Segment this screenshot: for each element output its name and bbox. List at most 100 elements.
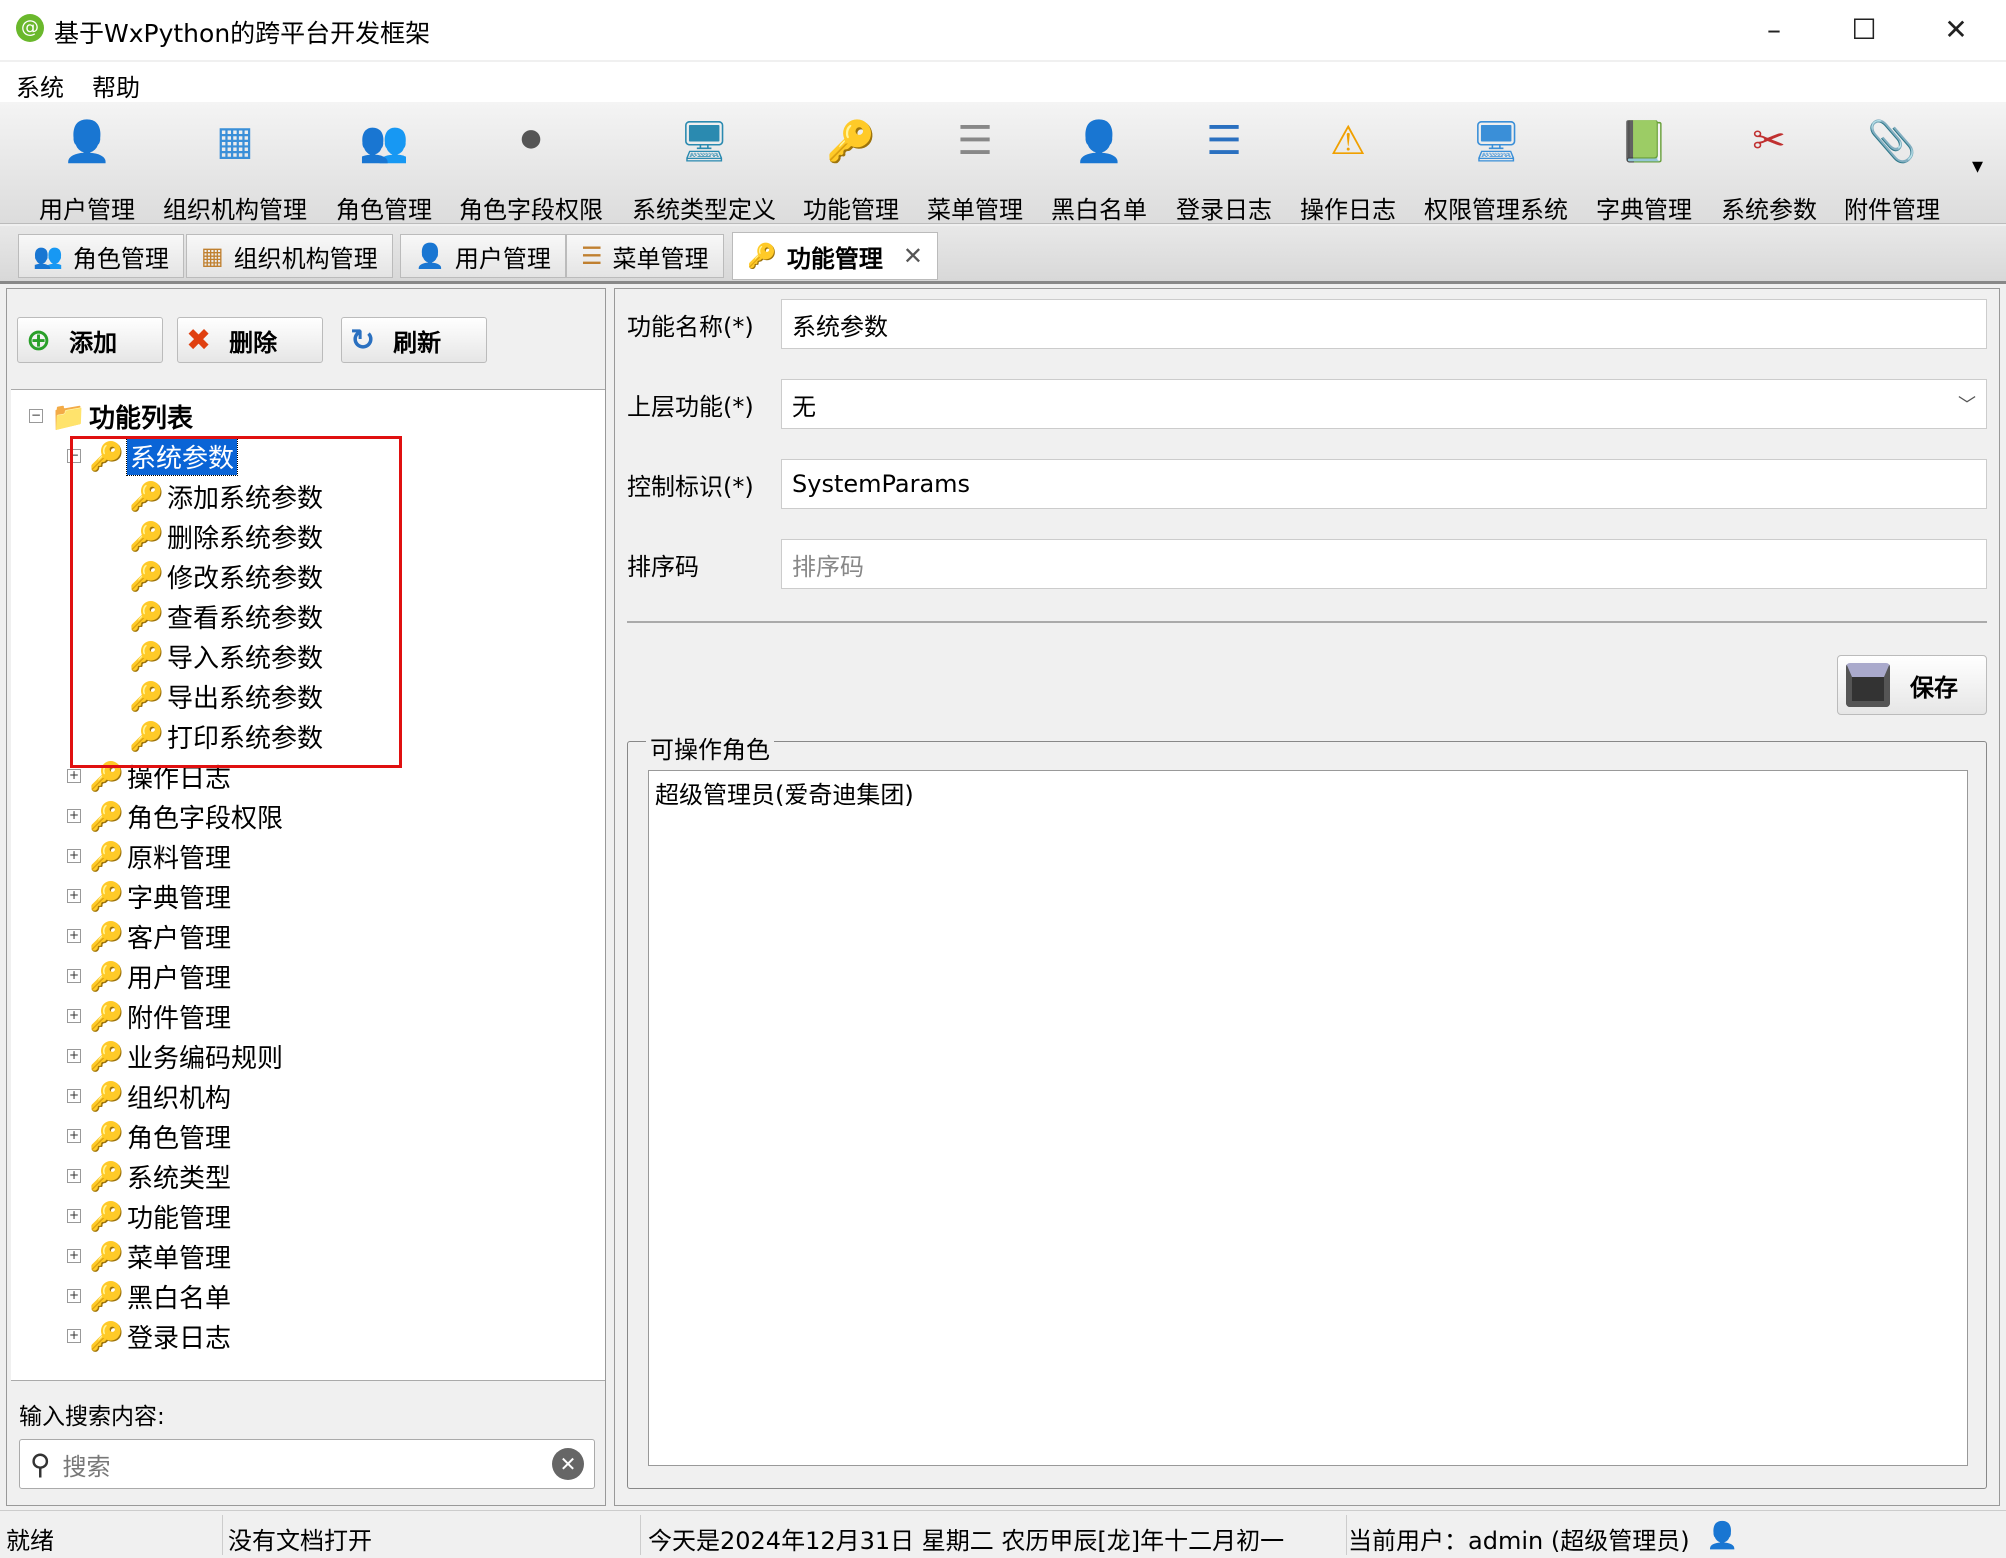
refresh-button[interactable]: ↻ 刷新 <box>341 317 487 363</box>
key-icon: 🔑 <box>89 999 124 1033</box>
expander-expand-icon[interactable]: + <box>67 889 81 903</box>
tab-close-icon[interactable]: ✕ <box>903 242 923 270</box>
toolbar-overflow-button[interactable]: ▾ <box>1972 154 1983 179</box>
key-icon: 🔑 <box>89 959 124 993</box>
expander-expand-icon[interactable]: + <box>67 1049 81 1063</box>
expander-expand-icon[interactable]: + <box>67 1249 81 1263</box>
sort-placeholder: 排序码 <box>792 552 864 581</box>
key-icon: 🔑 <box>89 1319 124 1353</box>
toolbar-button-2[interactable]: 👥 角色管理 <box>309 110 459 225</box>
toolbar-button-13[interactable]: 📎 附件管理 <box>1817 110 1967 225</box>
tree-label: 附件管理 <box>127 1003 232 1034</box>
toolbar-button-9[interactable]: ⚠ 操作日志 <box>1273 110 1423 225</box>
key-icon: 🔑 <box>89 1239 124 1273</box>
expander-expand-icon[interactable]: + <box>67 929 81 943</box>
tab-icon: ▦ <box>201 242 224 270</box>
chevron-down-icon: ﹀ <box>1958 395 1976 416</box>
expander-expand-icon[interactable]: + <box>67 1329 81 1343</box>
expander-expand-icon[interactable]: + <box>67 1129 81 1143</box>
save-label: 保存 <box>1910 673 1958 702</box>
tab-icon: 👥 <box>33 242 63 270</box>
parent-select[interactable]: 无 ﹀ <box>781 379 1987 429</box>
close-button[interactable]: ✕ <box>1926 8 1986 52</box>
expander-expand-icon[interactable]: + <box>67 809 81 823</box>
toolbar-button-3[interactable]: ⚫ 角色字段权限 <box>456 110 606 225</box>
search-box[interactable]: ⚲ 搜索 ✕ <box>19 1439 595 1489</box>
tree-node[interactable]: 🔑 用户管理 <box>89 956 231 996</box>
add-button[interactable]: ⊕ 添加 <box>17 317 163 363</box>
minimize-button[interactable]: – <box>1744 8 1804 52</box>
tab-1[interactable]: ▦ 组织机构管理 <box>186 234 393 278</box>
tab-4[interactable]: 🔑 功能管理 ✕ <box>732 232 938 280</box>
parent-label: 上层功能(*) <box>627 393 754 421</box>
key-icon: 🔑 <box>89 919 124 953</box>
button-label: 删除 <box>229 328 278 357</box>
user-icon: 👤 <box>1706 1521 1739 1551</box>
folder-icon: 📁 <box>51 399 86 433</box>
key-icon: 🔑 <box>89 1159 124 1193</box>
role-item[interactable]: 超级管理员(爱奇迪集团) <box>655 775 1961 810</box>
tab-0[interactable]: 👥 角色管理 <box>18 234 184 278</box>
paperclip-icon: 📎 <box>1867 118 1917 165</box>
roles-title: 可操作角色 <box>646 730 774 765</box>
toolbar-button-4[interactable]: 🖥 系统类型定义 <box>629 110 779 225</box>
tab-2[interactable]: 👤 用户管理 <box>400 234 566 278</box>
search-input[interactable]: 搜索 <box>63 1447 540 1482</box>
toolbar: ▾ 👤 用户管理 ▦ 组织机构管理 👥 角色管理 ⚫ 角色字段权限 🖥 系统类型定义 🔑 功能管理 ☰ 菜… <box>0 102 2006 224</box>
tree-node[interactable]: 🔑 组织机构 <box>89 1076 231 1116</box>
tree-node[interactable]: 🔑 角色字段权限 <box>89 796 283 836</box>
maximize-button[interactable]: ☐ <box>1834 8 1894 52</box>
expander-expand-icon[interactable]: + <box>67 1009 81 1023</box>
expander-collapse-icon[interactable]: − <box>29 409 43 423</box>
tree-label: 组织机构 <box>127 1083 232 1114</box>
tree-label: 客户管理 <box>127 923 232 954</box>
delete-button[interactable]: ✖ 删除 <box>177 317 323 363</box>
tree-node[interactable]: 🔑 业务编码规则 <box>89 1036 283 1076</box>
expander-expand-icon[interactable]: + <box>67 1169 81 1183</box>
toolbar-label: 系统类型定义 <box>632 196 776 224</box>
tree-label: 黑白名单 <box>127 1283 232 1314</box>
expander-expand-icon[interactable]: + <box>67 1089 81 1103</box>
button-label: 刷新 <box>393 328 442 357</box>
tree-label: 功能管理 <box>127 1203 232 1234</box>
expander-expand-icon[interactable]: + <box>67 1209 81 1223</box>
expander-expand-icon[interactable]: + <box>67 769 81 783</box>
tab-3[interactable]: ☰ 菜单管理 <box>566 234 724 278</box>
tree-node[interactable]: 🔑 黑白名单 <box>89 1276 231 1316</box>
key-icon: 🔑 <box>89 1279 124 1313</box>
roles-list[interactable]: 超级管理员(爱奇迪集团) <box>648 770 1968 1466</box>
tab-label: 用户管理 <box>454 244 551 273</box>
tree-node[interactable]: 🔑 菜单管理 <box>89 1236 231 1276</box>
computer-key-icon: 🖥 <box>1470 118 1522 165</box>
expander-expand-icon[interactable]: + <box>67 849 81 863</box>
tree-node[interactable]: 🔑 登录日志 <box>89 1316 231 1356</box>
key-icon: 🔑 <box>89 1119 124 1153</box>
tree-node[interactable]: 🔑 角色管理 <box>89 1116 231 1156</box>
tree-node[interactable]: 🔑 系统类型 <box>89 1156 231 1196</box>
warning-icon: ⚠ <box>1330 118 1366 164</box>
toolbar-button-10[interactable]: 🖥 权限管理系统 <box>1421 110 1571 225</box>
expander-expand-icon[interactable]: + <box>67 1289 81 1303</box>
clear-icon[interactable]: ✕ <box>552 1448 584 1480</box>
sort-input[interactable]: 排序码 <box>781 539 1987 589</box>
control-input[interactable]: SystemParams <box>781 459 1987 509</box>
sort-label: 排序码 <box>627 553 699 581</box>
toolbar-label: 权限管理系统 <box>1424 196 1568 224</box>
tree-root[interactable]: 📁 功能列表 <box>51 396 193 436</box>
toolbar-button-1[interactable]: ▦ 组织机构管理 <box>160 110 310 225</box>
name-input[interactable]: 系统参数 <box>781 299 1987 349</box>
tools-icon: ✂ <box>1752 118 1786 164</box>
status-bar: 就绪 没有文档打开 今天是2024年12月31日 星期二 农历甲辰[龙]年十二月… <box>0 1510 2006 1558</box>
tree-node[interactable]: 🔑 功能管理 <box>89 1196 231 1236</box>
toolbar-button-0[interactable]: 👤 用户管理 <box>12 110 162 225</box>
menu-help[interactable]: 帮助 <box>92 68 140 103</box>
status-date: 今天是2024年12月31日 星期二 农历甲辰[龙]年十二月初一 <box>648 1527 1285 1555</box>
tree-node[interactable]: 🔑 字典管理 <box>89 876 231 916</box>
tree-node[interactable]: 🔑 客户管理 <box>89 916 231 956</box>
tree-node[interactable]: 🔑 附件管理 <box>89 996 231 1036</box>
tree-node[interactable]: 🔑 原料管理 <box>89 836 231 876</box>
app-icon: @ <box>16 14 44 42</box>
menu-system[interactable]: 系统 <box>16 68 64 103</box>
save-button[interactable]: 保存 <box>1837 655 1987 715</box>
expander-expand-icon[interactable]: + <box>67 969 81 983</box>
